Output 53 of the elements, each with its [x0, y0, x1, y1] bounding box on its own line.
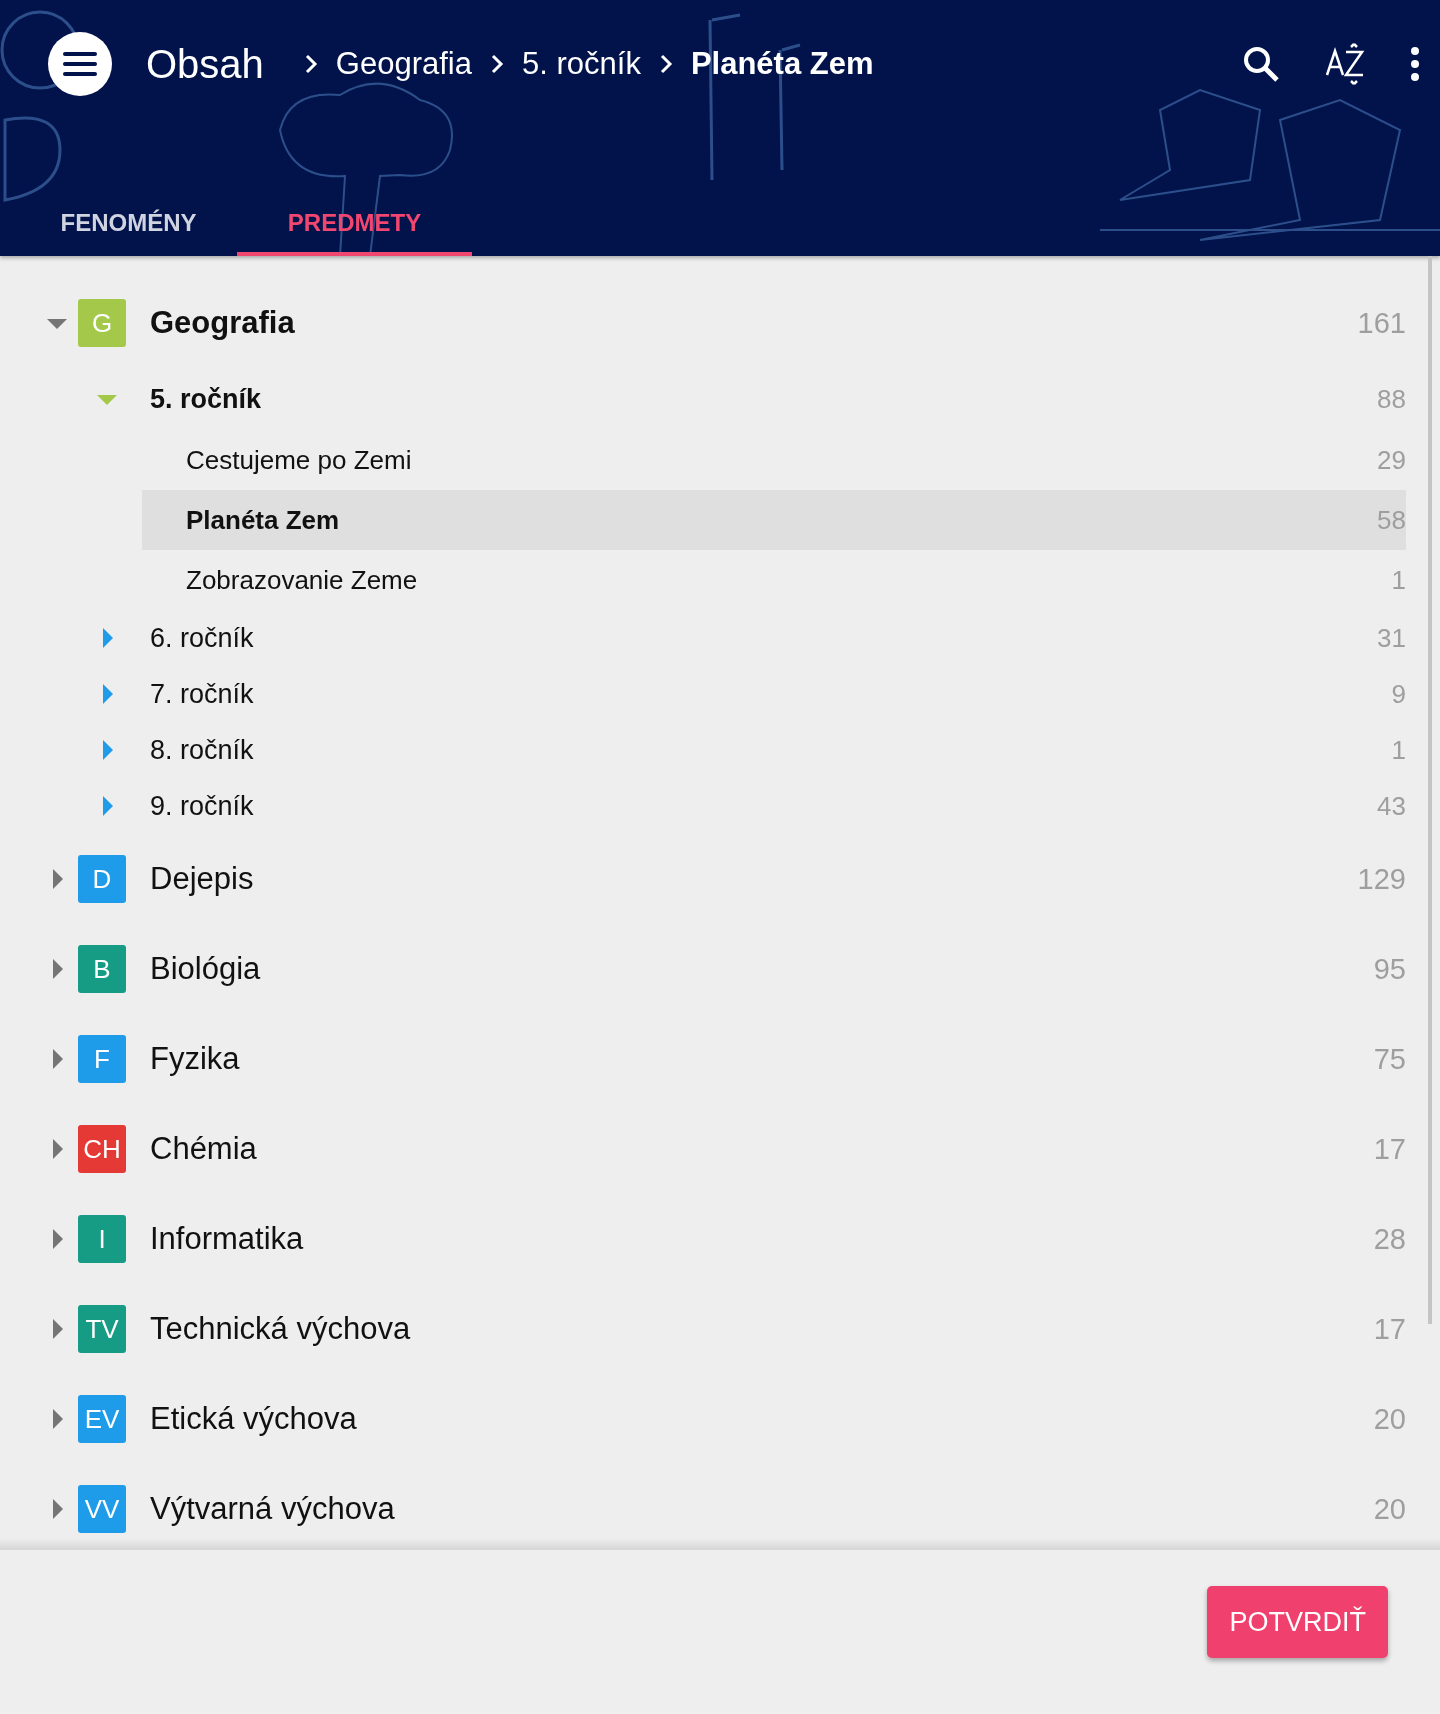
topic-row[interactable]: Zobrazovanie Zeme 1	[142, 550, 1406, 610]
item-count: 28	[1373, 1222, 1406, 1256]
item-count: 88	[1377, 383, 1406, 415]
breadcrumb-link[interactable]: Geografia	[335, 46, 472, 82]
selected-topic-row[interactable]: Planéta Zem 58	[142, 490, 1406, 550]
subject-badge: D	[78, 855, 126, 903]
item-count: 17	[1373, 1312, 1406, 1346]
tab[interactable]: FENOMÉNY	[20, 128, 237, 256]
subject-name[interactable]: Dejepis	[150, 861, 254, 897]
topic-name: Zobrazovanie Zeme	[186, 564, 418, 596]
item-count: 31	[1377, 622, 1406, 654]
subject-name[interactable]: Etická výchova	[150, 1401, 357, 1437]
grade-name[interactable]: 6. ročník	[150, 622, 254, 654]
tab[interactable]: PREDMETY	[237, 128, 472, 256]
subject-name[interactable]: Biológia	[150, 951, 261, 987]
subject-badge: I	[78, 1215, 126, 1263]
item-count: 161	[1357, 306, 1406, 340]
item-count: 20	[1373, 1492, 1406, 1526]
grade-name[interactable]: 5. ročník	[150, 383, 262, 415]
grade-name[interactable]: 8. ročník	[150, 734, 254, 766]
subject-name[interactable]: Výtvarná výchova	[150, 1491, 395, 1527]
subject-badge: EV	[78, 1395, 126, 1443]
grade-name[interactable]: 7. ročník	[150, 678, 254, 710]
breadcrumb-link[interactable]: 5. ročník	[522, 46, 641, 82]
subject-badge: F	[78, 1035, 126, 1083]
topic-name: Planéta Zem	[186, 504, 340, 536]
item-count: 17	[1373, 1132, 1406, 1166]
item-count: 1	[1391, 564, 1406, 596]
subject-name[interactable]: Fyzika	[150, 1041, 240, 1077]
item-count: 129	[1357, 862, 1406, 896]
topic-name: Cestujeme po Zemi	[186, 444, 412, 476]
subject-badge: TV	[78, 1305, 126, 1353]
breadcrumb-link[interactable]: Planéta Zem	[690, 46, 874, 82]
item-count: 58	[1377, 504, 1406, 536]
subject-name[interactable]: Chémia	[150, 1131, 257, 1167]
subject-badge: VV	[78, 1485, 126, 1533]
item-count: 9	[1391, 678, 1406, 710]
subject-badge: G	[78, 299, 126, 347]
subject-name[interactable]: Geografia	[150, 305, 295, 341]
subject-badge: CH	[78, 1125, 126, 1173]
subject-name[interactable]: Informatika	[150, 1221, 304, 1257]
subject-name[interactable]: Technická výchova	[150, 1311, 411, 1347]
item-count: 75	[1373, 1042, 1406, 1076]
item-count: 20	[1373, 1402, 1406, 1436]
subject-badge: B	[78, 945, 126, 993]
topic-row[interactable]: Cestujeme po Zemi 29	[142, 430, 1406, 490]
item-count: 1	[1391, 734, 1406, 766]
grade-name[interactable]: 9. ročník	[150, 790, 254, 822]
item-count: 43	[1377, 790, 1406, 822]
item-count: 95	[1373, 952, 1406, 986]
item-count: 29	[1377, 444, 1406, 476]
page-title: Obsah	[146, 41, 264, 87]
confirm-button[interactable]: POTVRDIŤ	[1207, 1586, 1388, 1658]
